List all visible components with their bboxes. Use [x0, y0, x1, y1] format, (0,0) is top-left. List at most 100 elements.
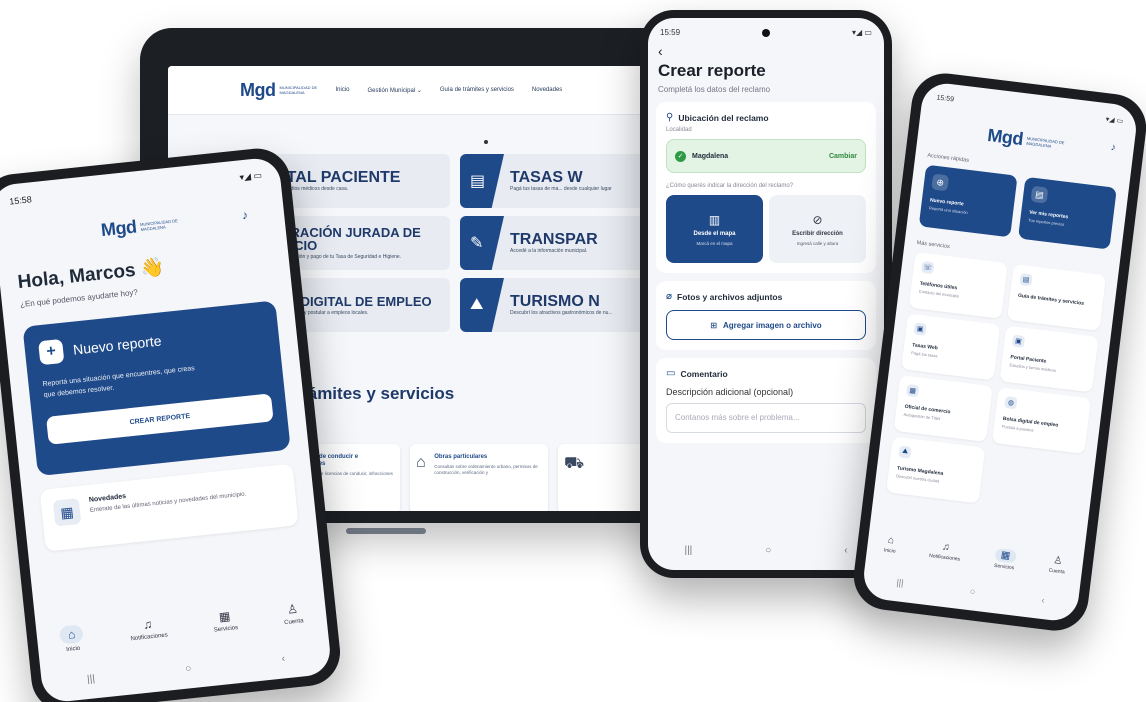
quick-my-reports[interactable]: ▤ Ver mis reportes Tus reportes previos	[1017, 176, 1117, 250]
tab-notificaciones[interactable]: ♫ Notificaciones	[929, 540, 962, 565]
tile-desc: Pagá tus tasas de ma... desde cualquier …	[510, 185, 612, 192]
recents-icon[interactable]: |||	[87, 673, 96, 685]
cart-icon: ⛟	[564, 455, 585, 472]
system-nav-bar: ||| ○ ‹	[41, 649, 331, 690]
section-title: ⌀ Fotos y archivos adjuntos	[666, 291, 866, 302]
service-card-obras[interactable]: ⌂ Obras particulares Consultas sobre ord…	[410, 444, 548, 511]
logo-subtitle: Municipalidad de Magdalena	[279, 85, 318, 95]
home-icon: ⌂	[59, 624, 85, 645]
tile-title: TASAS W	[510, 168, 583, 186]
user-icon: ♙	[286, 601, 299, 617]
option-write-address[interactable]: ⊘ Escribir dirección Ingresá calle y alt…	[769, 195, 866, 263]
service-tasas-web[interactable]: ▣ Tasas Web Pagá tus tasas	[901, 313, 1001, 381]
section-title: ⚲ Ubicación del reclamo	[666, 112, 866, 123]
tab-cuenta[interactable]: ♙ Cuenta	[1048, 555, 1067, 578]
section-title: ▭ Comentario	[666, 368, 866, 379]
newspaper-icon: ▦	[52, 497, 82, 527]
address-question: ¿Cómo querés indicar la dirección del re…	[666, 183, 794, 189]
tab-label: Notificaciones	[130, 632, 169, 643]
compass-icon: ⊘	[812, 212, 823, 227]
description-input[interactable]: Contanos más sobre el problema...	[666, 403, 866, 433]
back-icon[interactable]: ‹	[281, 653, 285, 664]
address-method-options: ▥ Desde el mapa Marcá en el mapa ⊘ Escri…	[666, 195, 866, 263]
service-telefonos[interactable]: ☏ Teléfonos útiles Contacto del municipi…	[908, 251, 1008, 319]
image-add-icon: ⊞	[710, 320, 717, 330]
camera-punch-hole	[762, 28, 771, 37]
bottom-tab-bar: ⌂ Inicio ♫ Notificaciones ▦ Servicios ♙ …	[36, 599, 327, 656]
list-icon: ▤	[1030, 185, 1049, 204]
municipality-logo[interactable]: Mgd Municipalidad de Magdalena	[240, 80, 317, 101]
service-portal-paciente[interactable]: ▣ Portal Paciente Estudios y turnos médi…	[999, 325, 1099, 393]
comment-title: Comentario	[680, 368, 728, 379]
service-bolsa-empleo[interactable]: ◍ Bolsa digital de empleo Postulá a pues…	[991, 387, 1092, 455]
option-sub: Marcá en el mapa	[696, 240, 733, 246]
briefcase-icon: ◍	[1004, 396, 1018, 410]
tab-servicios[interactable]: ▦ Servicios	[212, 608, 239, 637]
plus-circle-icon: ⊕	[931, 173, 950, 192]
status-icons: ▾◢ ▭	[852, 28, 872, 37]
nav-link-guia[interactable]: Guía de trámites y servicios	[440, 87, 514, 93]
option-map[interactable]: ▥ Desde el mapa Marcá en el mapa	[666, 195, 763, 263]
carousel-dot[interactable]	[484, 140, 488, 144]
card-desc: Reportá una situación que encuentres, qu…	[42, 365, 196, 400]
locality-selector[interactable]: ✓ Magdalena Cambiar	[666, 139, 866, 173]
phone-screen: 15:59 ▾◢ ▭ Mgd Municipalidad de Magdalen…	[861, 80, 1139, 624]
tab-inicio[interactable]: ⌂ Inicio	[883, 534, 897, 556]
change-locality-link[interactable]: Cambiar	[829, 153, 857, 160]
clipboard-icon: ▣	[1011, 334, 1026, 348]
status-icons: ▾◢ ▭	[1105, 116, 1124, 126]
tab-inicio[interactable]: ⌂ Inicio	[59, 624, 85, 653]
tab-cuenta[interactable]: ♙ Cuenta	[282, 601, 304, 630]
logo-subtitle: Municipalidad de Magdalena	[139, 217, 178, 232]
service-guia[interactable]: ▤ Guía de trámites y servicios	[1006, 264, 1107, 331]
quick-new-report[interactable]: ⊕ Nuevo reporte Reportá una situación	[918, 164, 1018, 238]
bell-icon: ♫	[142, 617, 154, 632]
comment-icon: ▭	[666, 368, 676, 379]
locality-label: Localidad	[666, 127, 692, 133]
card-title: Nuevo reporte	[72, 332, 163, 358]
nav-link-inicio[interactable]: Inicio	[335, 87, 349, 93]
tab-label: Inicio	[65, 645, 81, 654]
news-card[interactable]: ▦ Novedades Enterate de las últimas noti…	[39, 463, 299, 552]
locality-value: Magdalena	[692, 152, 729, 160]
recents-icon[interactable]: |||	[896, 577, 904, 588]
attachments-title: Fotos y archivos adjuntos	[677, 291, 783, 302]
create-report-button[interactable]: CREAR REPORTE	[46, 393, 274, 445]
user-icon: ♙	[1052, 555, 1064, 568]
chart-icon: ✎	[460, 216, 504, 270]
service-oficial-comercio[interactable]: ▦ Oficial de comercio Autogestión de TIS…	[893, 375, 993, 442]
tab-label: Cuenta	[283, 618, 304, 627]
page-subtitle: Completá los datos del reclamo	[658, 85, 771, 94]
doc-icon: ▤	[1019, 272, 1033, 287]
home-circle-icon[interactable]: ○	[765, 545, 771, 556]
phone-home: 15:58 ▾◢ ▭ Mgd Municipalidad de Magdalen…	[0, 145, 344, 702]
location-section: ⚲ Ubicación del reclamo Localidad ✓ Magd…	[656, 102, 876, 273]
phone-screen: 15:59 ▾◢ ▭ ‹ Crear reporte Completá los …	[648, 18, 884, 570]
tablet-home-bar	[306, 528, 466, 536]
nav-link-gestion[interactable]: Gestión Municipal ⌄	[368, 87, 422, 94]
home-circle-icon[interactable]: ○	[185, 663, 192, 675]
option-label: Escribir dirección	[792, 230, 843, 237]
logo-mark: Mgd	[99, 216, 138, 241]
grid-icon: ▦	[218, 608, 232, 624]
check-circle-icon: ✓	[675, 150, 686, 162]
service-label: Guía de trámites y servicios	[1017, 292, 1085, 307]
nav-link-novedades[interactable]: Novedades	[532, 87, 562, 93]
home-circle-icon[interactable]: ○	[969, 586, 976, 597]
bottom-tab-bar: ⌂ Inicio ♫ Notificaciones ▦ Servicios ♙ …	[866, 532, 1083, 579]
phone-screen: 15:58 ▾◢ ▭ Mgd Municipalidad de Magdalen…	[0, 156, 333, 702]
status-time: 15:59	[660, 28, 681, 37]
back-arrow-icon[interactable]: ‹	[658, 43, 884, 59]
tile-title: TRANSPAR	[510, 230, 598, 248]
website-navbar: Mgd Municipalidad de Magdalena Inicio Ge…	[168, 66, 698, 114]
tab-servicios[interactable]: ▦ Servicios	[993, 547, 1017, 571]
recents-icon[interactable]: |||	[684, 545, 692, 556]
service-turismo[interactable]: ⛰ Turismo Magdalena Descubrí nuestra ciu…	[886, 436, 986, 504]
tile-desc: Accedé a la información municipal.	[510, 247, 588, 254]
status-bar: 15:58 ▾◢ ▭	[0, 156, 280, 209]
back-icon[interactable]: ‹	[1041, 595, 1045, 605]
add-attachment-button[interactable]: ⊞ Agregar imagen o archivo	[666, 310, 866, 340]
description-label: Descripción adicional (opcional)	[666, 387, 794, 397]
back-icon[interactable]: ‹	[844, 545, 847, 556]
tab-notificaciones[interactable]: ♫ Notificaciones	[128, 616, 168, 647]
